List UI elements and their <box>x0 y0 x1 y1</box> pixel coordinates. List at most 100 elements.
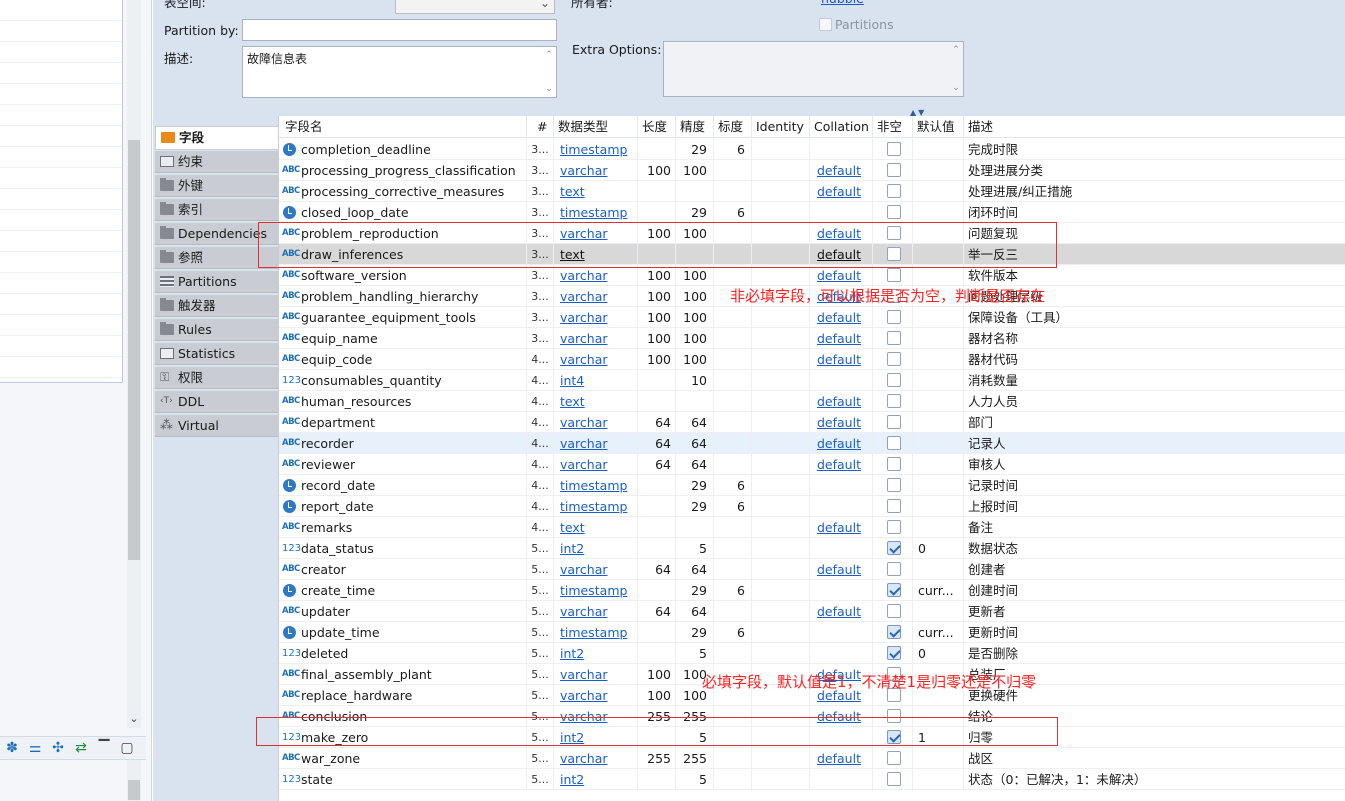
data-type-link[interactable]: varchar <box>554 454 638 475</box>
table-row[interactable]: 123 deleted 5... int2 5 0 是否删除 <box>279 643 1345 664</box>
identity-cell[interactable] <box>752 433 810 454</box>
description-cell[interactable]: 是否删除 <box>964 643 1345 664</box>
default-value-cell[interactable] <box>913 223 964 244</box>
navigator-scrollbar-thumb[interactable] <box>128 140 140 560</box>
length-cell[interactable]: 100 <box>638 349 676 370</box>
settings-gear-icon[interactable]: ✽ <box>3 739 21 757</box>
collation-link[interactable]: default <box>810 244 873 265</box>
scale-cell[interactable] <box>714 349 752 370</box>
scale-cell[interactable] <box>714 769 752 790</box>
not-null-cell[interactable] <box>873 244 913 265</box>
scale-cell[interactable] <box>714 727 752 748</box>
length-cell[interactable]: 100 <box>638 664 676 685</box>
description-cell[interactable]: 记录时间 <box>964 475 1345 496</box>
tab-约束[interactable]: 约束 <box>155 151 278 173</box>
precision-cell[interactable]: 29 <box>676 622 714 643</box>
not-null-cell[interactable] <box>873 517 913 538</box>
identity-cell[interactable] <box>752 475 810 496</box>
default-value-cell[interactable] <box>913 328 964 349</box>
collation-link[interactable]: default <box>810 391 873 412</box>
header-type[interactable]: 数据类型 <box>554 116 638 138</box>
description-cell[interactable]: 备注 <box>964 517 1345 538</box>
scale-cell[interactable] <box>714 601 752 622</box>
not-null-cell[interactable] <box>873 349 913 370</box>
scale-cell[interactable] <box>714 412 752 433</box>
scroll-down-icon[interactable]: ⌄ <box>544 84 554 94</box>
description-cell[interactable]: 完成时限 <box>964 139 1345 160</box>
precision-cell[interactable]: 29 <box>676 139 714 160</box>
identity-cell[interactable] <box>752 223 810 244</box>
collation-link[interactable]: default <box>810 454 873 475</box>
not-null-checkbox[interactable] <box>887 436 901 450</box>
not-null-checkbox[interactable] <box>887 352 901 366</box>
identity-cell[interactable] <box>752 244 810 265</box>
column-name-cell[interactable]: 123 state <box>279 769 527 790</box>
description-cell[interactable]: 软件版本 <box>964 265 1345 286</box>
sync-icon[interactable]: ⇄ <box>72 739 90 757</box>
length-cell[interactable]: 64 <box>638 601 676 622</box>
scale-cell[interactable]: 6 <box>714 139 752 160</box>
data-type-link[interactable]: timestamp <box>554 580 638 601</box>
default-value-cell[interactable]: curr... <box>913 622 964 643</box>
maximize-icon[interactable]: ▢ <box>118 739 136 757</box>
collation-link[interactable] <box>810 622 873 643</box>
table-row[interactable]: ABC problem_reproduction 3... varchar 100 100… <box>279 223 1345 244</box>
tab-statistics[interactable]: Statistics <box>155 343 278 365</box>
not-null-cell[interactable] <box>873 202 913 223</box>
partitions-checkbox[interactable] <box>819 18 832 31</box>
default-value-cell[interactable]: 0 <box>913 538 964 559</box>
precision-cell[interactable]: 255 <box>676 748 714 769</box>
default-value-cell[interactable] <box>913 475 964 496</box>
tab-字段[interactable]: 字段 <box>155 126 278 150</box>
not-null-cell[interactable] <box>873 706 913 727</box>
description-cell[interactable]: 器材名称 <box>964 328 1345 349</box>
length-cell[interactable] <box>638 643 676 664</box>
identity-cell[interactable] <box>752 538 810 559</box>
tab-索引[interactable]: 索引 <box>155 199 278 221</box>
header-name[interactable]: 字段名 <box>279 116 527 138</box>
description-cell[interactable]: 举一反三 <box>964 244 1345 265</box>
scale-cell[interactable] <box>714 433 752 454</box>
table-row[interactable]: 123 state 5... int2 5 状态（0：已解决，1：未解决） <box>279 769 1345 790</box>
not-null-checkbox[interactable] <box>887 751 901 765</box>
default-value-cell[interactable] <box>913 769 964 790</box>
column-name-cell[interactable]: ABC replace_hardware <box>279 685 527 706</box>
not-null-cell[interactable] <box>873 580 913 601</box>
description-cell[interactable]: 记录人 <box>964 433 1345 454</box>
default-value-cell[interactable] <box>913 307 964 328</box>
data-type-link[interactable]: varchar <box>554 328 638 349</box>
column-name-cell[interactable]: ABC conclusion <box>279 706 527 727</box>
column-name-cell[interactable]: ABC processing_progress_classification <box>279 160 527 181</box>
not-null-checkbox[interactable] <box>887 583 901 597</box>
column-name-cell[interactable]: 123 consumables_quantity <box>279 370 527 391</box>
table-row[interactable]: closed_loop_date 3... timestamp 29 6 闭环时间 <box>279 202 1345 223</box>
not-null-cell[interactable] <box>873 601 913 622</box>
data-type-link[interactable]: int2 <box>554 727 638 748</box>
default-value-cell[interactable] <box>913 202 964 223</box>
tab-virtual[interactable]: ⁂ Virtual <box>155 415 278 437</box>
owner-link[interactable]: nubble <box>821 0 864 6</box>
header-description[interactable]: 描述 <box>964 116 1345 138</box>
precision-cell[interactable]: 64 <box>676 412 714 433</box>
scale-cell[interactable] <box>714 307 752 328</box>
description-cell[interactable]: 闭环时间 <box>964 202 1345 223</box>
length-cell[interactable] <box>638 181 676 202</box>
collation-link[interactable]: default <box>810 559 873 580</box>
precision-cell[interactable]: 5 <box>676 769 714 790</box>
not-null-checkbox[interactable] <box>887 478 901 492</box>
not-null-cell[interactable] <box>873 328 913 349</box>
length-cell[interactable] <box>638 769 676 790</box>
default-value-cell[interactable] <box>913 370 964 391</box>
navigator-scrollbar[interactable] <box>127 0 141 728</box>
data-type-link[interactable]: timestamp <box>554 202 638 223</box>
identity-cell[interactable] <box>752 622 810 643</box>
precision-cell[interactable]: 64 <box>676 454 714 475</box>
scroll-down-icon[interactable]: ⌄ <box>127 712 141 728</box>
collation-link[interactable]: default <box>810 748 873 769</box>
length-cell[interactable]: 100 <box>638 160 676 181</box>
column-name-cell[interactable]: report_date <box>279 496 527 517</box>
column-name-cell[interactable]: ABC problem_handling_hierarchy <box>279 286 527 307</box>
scroll-up-icon[interactable]: ⌃ <box>544 50 554 60</box>
navigator-lower-scrollbar[interactable] <box>127 760 141 801</box>
data-type-link[interactable]: int2 <box>554 643 638 664</box>
